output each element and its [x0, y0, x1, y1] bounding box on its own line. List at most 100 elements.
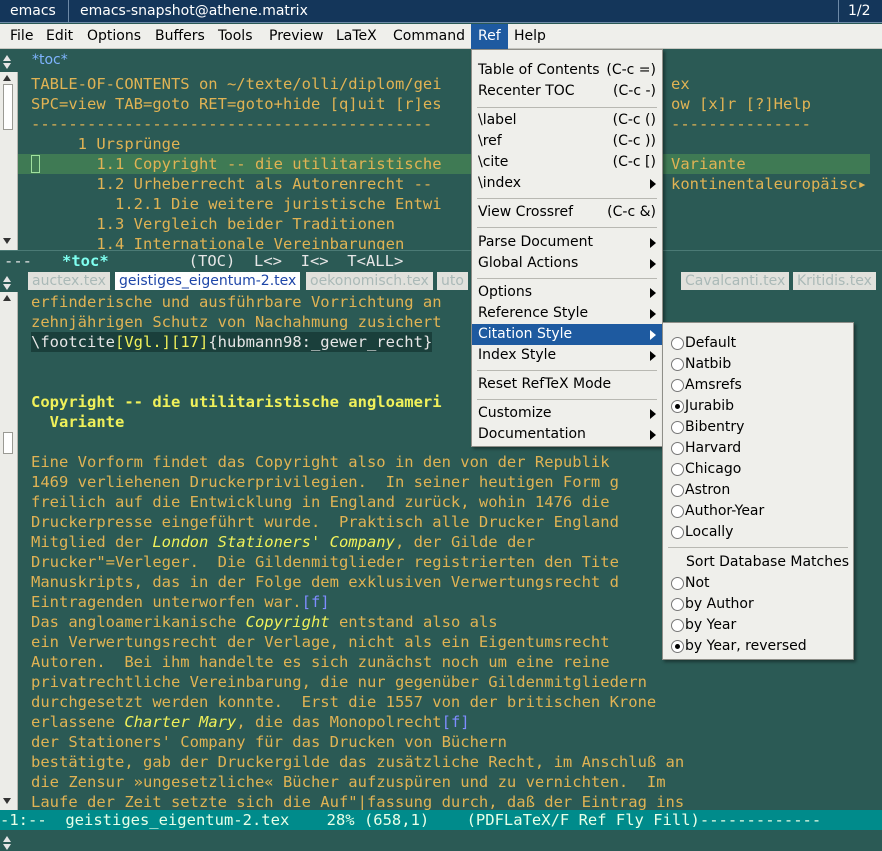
text-line: Das angloamerikanische Copyright entstan…	[31, 613, 498, 631]
radio-sort-by-year-reversed[interactable]: by Year, reversed	[663, 636, 853, 657]
radio-amsrefs[interactable]: Amsrefs	[663, 375, 853, 396]
toc-line[interactable]: 1 Ursprünge	[31, 134, 181, 154]
toc-line-tail: ---------------	[671, 115, 811, 133]
radio-author-year[interactable]: Author-Year	[663, 501, 853, 522]
menu-item-table-of-contents[interactable]: Table of Contents (C-c =)	[472, 60, 662, 81]
arrow-down-icon[interactable]	[3, 844, 11, 850]
menu-item-documentation[interactable]: Documentation	[472, 424, 662, 445]
scroll-down-icon[interactable]	[3, 798, 11, 804]
radio-default[interactable]: Default	[663, 333, 853, 354]
menu-item-label: \index	[478, 175, 522, 191]
menu-item-global-actions[interactable]: Global Actions	[472, 253, 662, 274]
footnote-marker[interactable]: [f]	[302, 593, 330, 611]
radio-sort-not[interactable]: Not	[663, 573, 853, 594]
scroll-down-icon[interactable]	[3, 238, 11, 244]
tab-emacs[interactable]: emacs	[10, 0, 56, 23]
tab-uto[interactable]: uto	[437, 272, 468, 290]
radio-locally[interactable]: Locally	[663, 522, 853, 543]
scrollbar-thumb[interactable]	[3, 84, 13, 130]
tab-oekonomisch[interactable]: oekonomisch.tex	[306, 272, 433, 290]
menu-item-customize[interactable]: Customize	[472, 403, 662, 424]
main-scrollbar[interactable]	[0, 292, 18, 810]
tab-cavalcanti[interactable]: Cavalcanti.tex	[681, 272, 790, 290]
menu-buffers[interactable]: Buffers	[155, 24, 205, 49]
toc-line[interactable]: 1.3 Vergleich beider Traditionen	[31, 214, 395, 234]
minibuffer[interactable]	[0, 831, 882, 851]
menu-edit[interactable]: Edit	[46, 24, 73, 49]
menu-item-label: Table of Contents	[478, 62, 600, 78]
title-bar: emacs emacs-snapshot@athene.matrix 1/2	[0, 0, 882, 23]
radio-natbib[interactable]: Natbib	[663, 354, 853, 375]
submenu-arrow-icon	[650, 430, 656, 440]
menu-item-reference-style[interactable]: Reference Style	[472, 303, 662, 324]
radio-button-icon	[671, 442, 684, 455]
sort-section-header: Sort Database Matches	[686, 554, 850, 570]
submenu-arrow-icon	[650, 238, 656, 248]
radio-sort-by-author[interactable]: by Author	[663, 594, 853, 615]
menu-item-label-cmd[interactable]: \label (C-c ()	[472, 110, 662, 131]
arrow-up-icon[interactable]	[3, 55, 11, 61]
arrow-up-icon[interactable]	[3, 836, 11, 842]
text-line: die Zensur »ungesetzliche« Bücher aufzus…	[31, 773, 666, 791]
menu-item-options[interactable]: Options	[472, 282, 662, 303]
toc-line[interactable]: 1.2.1 Die weitere juristische Entwi	[31, 194, 442, 214]
toc-line[interactable]: 1.1 Copyright -- die utilitaristische	[31, 154, 441, 174]
submenu-arrow-icon	[650, 351, 656, 361]
menu-latex[interactable]: LaTeX	[336, 24, 377, 49]
arrow-up-icon[interactable]	[3, 276, 11, 282]
scrollbar-thumb[interactable]	[3, 432, 13, 454]
scroll-up-icon[interactable]	[3, 295, 11, 301]
menu-item-parse-document[interactable]: Parse Document	[472, 232, 662, 253]
radio-astron[interactable]: Astron	[663, 480, 853, 501]
radio-button-checked-icon	[671, 400, 684, 413]
menu-item-cite-cmd[interactable]: \cite (C-c [)	[472, 152, 662, 173]
menu-tools[interactable]: Tools	[218, 24, 253, 49]
tab-auctex[interactable]: auctex.tex	[28, 272, 110, 290]
radio-label: Amsrefs	[685, 377, 742, 393]
arrow-down-icon[interactable]	[3, 284, 11, 290]
menu-item-reset-reftex[interactable]: Reset RefTeX Mode	[472, 374, 662, 395]
menu-item-citation-style[interactable]: Citation Style	[472, 324, 662, 345]
menu-command[interactable]: Command	[393, 24, 465, 49]
radio-button-icon	[671, 526, 684, 539]
submenu-arrow-icon	[650, 409, 656, 419]
workspace-pager[interactable]: 1/2	[848, 0, 871, 23]
tab-geistiges-eigentum[interactable]: geistiges_eigentum-2.tex	[115, 272, 301, 290]
menu-shortcut: (C-c &)	[607, 204, 656, 220]
menu-file[interactable]: File	[10, 24, 33, 49]
toc-content: TABLE-OF-CONTENTS on ~/texte/olli/diplom…	[18, 72, 882, 253]
text-line: freilich auf die Entwicklung in England …	[31, 493, 610, 511]
radio-label: Jurabib	[685, 398, 734, 414]
text-line: zehnjährigen Schutz von Nachahmung zusic…	[31, 313, 442, 331]
tab-kritidis[interactable]: Kritidis.tex	[793, 272, 876, 290]
menu-preview[interactable]: Preview	[269, 24, 324, 49]
menu-item-label: View Crossref	[478, 204, 574, 220]
radio-chicago[interactable]: Chicago	[663, 459, 853, 480]
menu-item-label: \cite	[478, 154, 509, 170]
toc-buffer-label[interactable]: *toc*	[32, 50, 68, 71]
menu-bar: File Edit Options Buffers Tools Preview …	[0, 24, 882, 49]
menu-item-view-crossref[interactable]: View Crossref (C-c &)	[472, 202, 662, 223]
menu-item-index[interactable]: \index	[472, 173, 662, 194]
footnote-marker[interactable]: [f]	[442, 713, 470, 731]
emphasis-text: London Stationers' Company	[152, 533, 395, 551]
radio-sort-by-year[interactable]: by Year	[663, 615, 853, 636]
arrow-down-icon[interactable]	[3, 63, 11, 69]
radio-button-checked-icon	[671, 640, 684, 653]
menu-help[interactable]: Help	[514, 24, 546, 49]
radio-button-icon	[671, 577, 684, 590]
toc-line[interactable]: 1.2 Urheberrecht als Autorenrecht --	[31, 174, 432, 194]
menu-ref[interactable]: Ref	[471, 24, 508, 49]
toc-scrollbar[interactable]	[0, 72, 18, 250]
radio-jurabib[interactable]: Jurabib	[663, 396, 853, 417]
radio-harvard[interactable]: Harvard	[663, 438, 853, 459]
menu-item-recenter-toc[interactable]: Recenter TOC (C-c -)	[472, 81, 662, 102]
menu-options[interactable]: Options	[87, 24, 141, 49]
scroll-up-icon[interactable]	[3, 75, 11, 81]
text-line: Druckerpresse eingeführt wurde. Praktisc…	[31, 513, 619, 531]
footcite-command: \footcite	[31, 333, 115, 351]
menu-item-ref-cmd[interactable]: \ref (C-c ))	[472, 131, 662, 152]
tab-bar-row: auctex.tex geistiges_eigentum-2.tex oeko…	[0, 270, 882, 292]
menu-item-index-style[interactable]: Index Style	[472, 345, 662, 366]
radio-bibentry[interactable]: Bibentry	[663, 417, 853, 438]
